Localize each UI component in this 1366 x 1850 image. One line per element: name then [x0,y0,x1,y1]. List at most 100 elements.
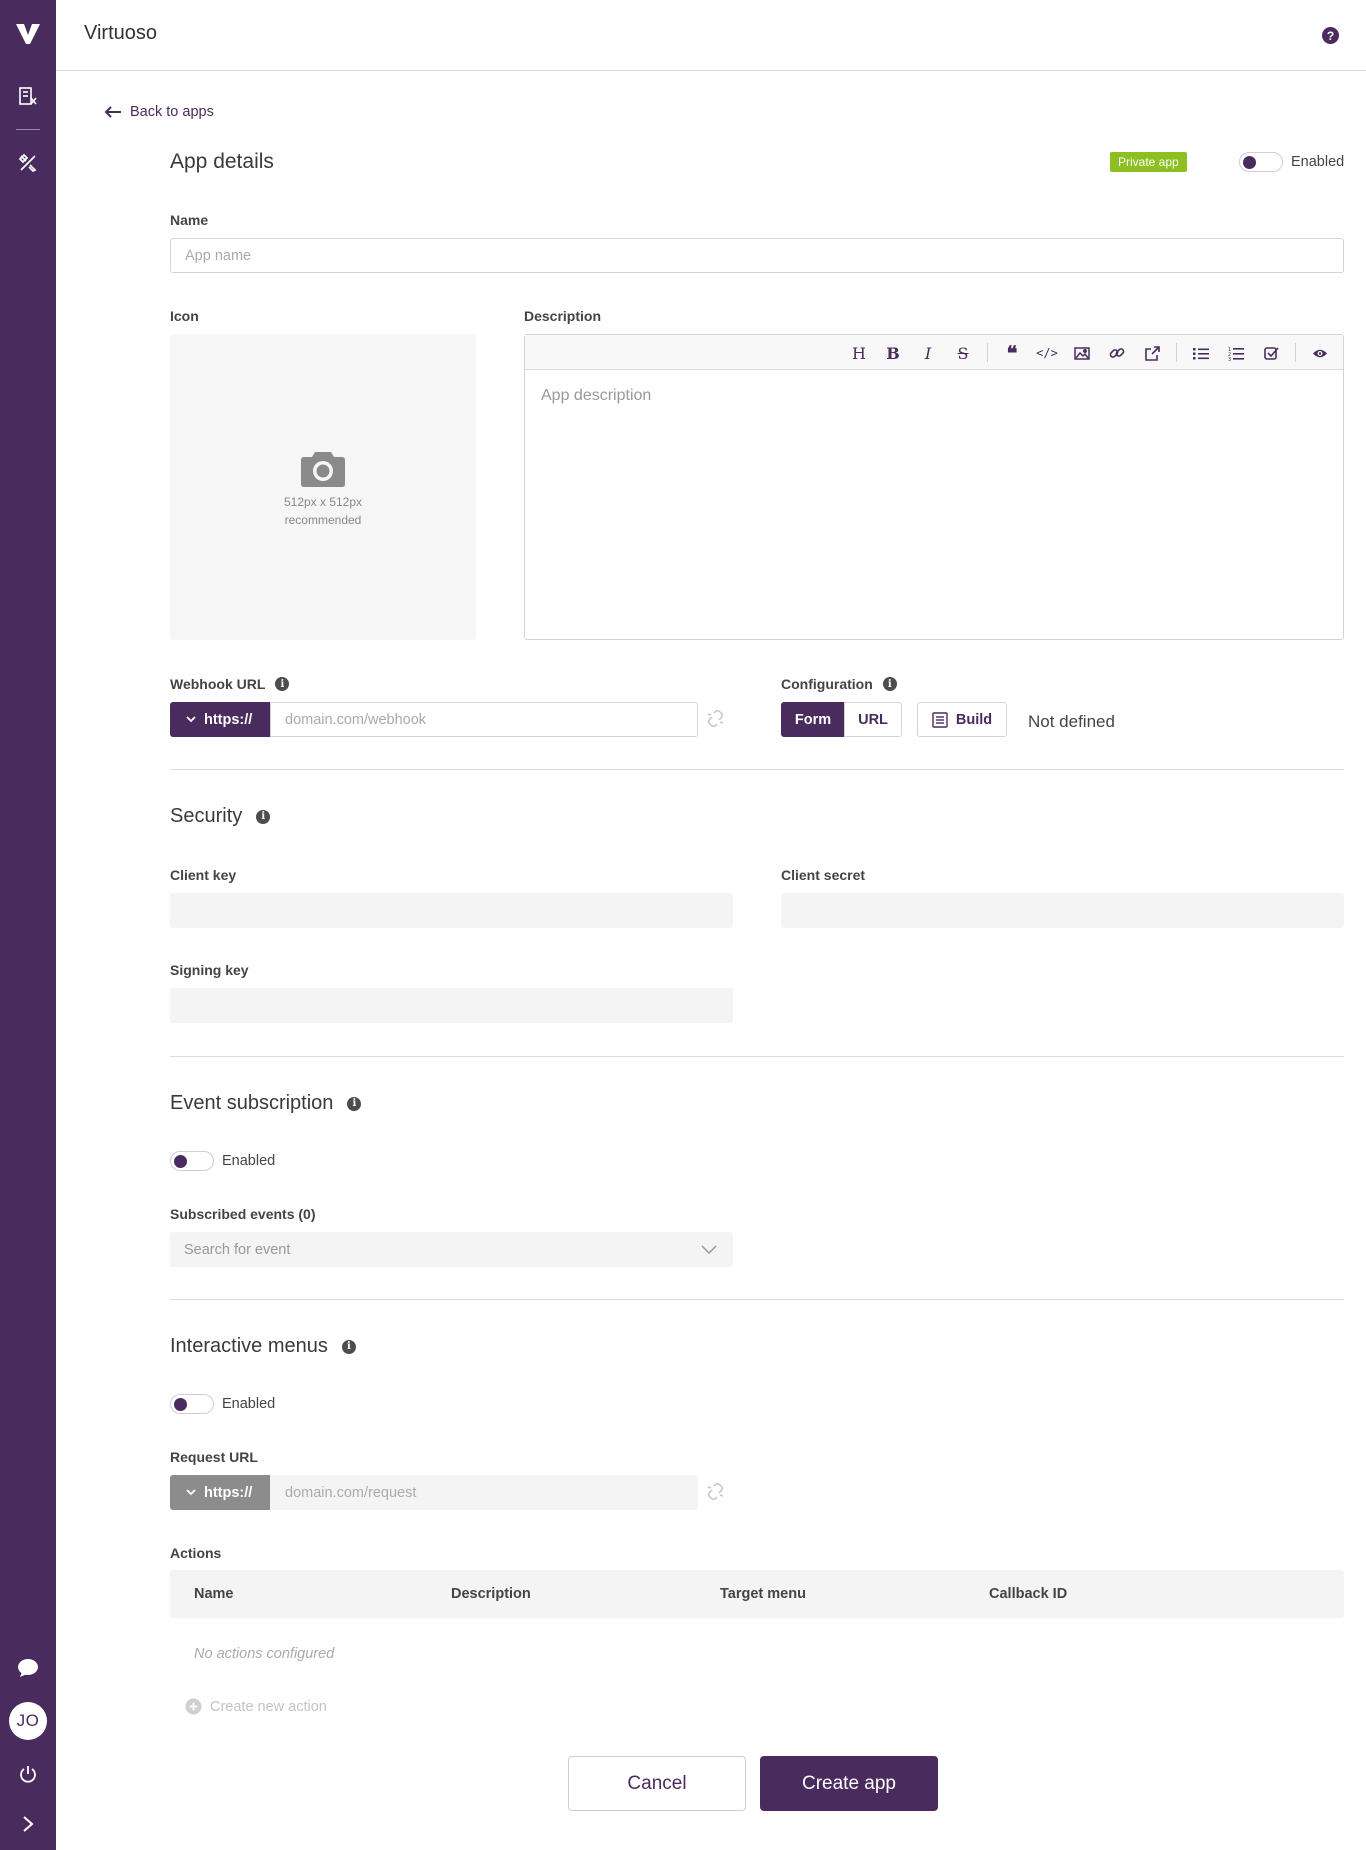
request-protocol-select[interactable]: https:// [170,1475,270,1510]
request-url-input[interactable]: domain.com/request [270,1475,698,1510]
heading-icon[interactable]: H [849,343,869,363]
description-placeholder: App description [541,387,652,404]
create-action-label: Create new action [210,1698,327,1715]
icon-upload-area[interactable]: 512px x 512px recommended [170,334,476,640]
column-header-target-menu: Target menu [720,1586,806,1602]
client-secret-label: Client secret [781,867,866,883]
column-header-name: Name [194,1586,234,1602]
client-key-label: Client key [170,867,237,883]
event-subscription-text: Event subscription [170,1092,334,1114]
toggle-knob [174,1155,187,1168]
cancel-button[interactable]: Cancel [568,1756,746,1811]
document-icon [932,711,948,728]
event-search-placeholder: Search for event [184,1241,291,1258]
private-app-badge: Private app [1110,152,1187,172]
menus-enabled-label: Enabled [222,1396,276,1412]
webhook-url-label: Webhook URL i [170,676,290,692]
menus-enabled-toggle[interactable] [170,1394,214,1414]
info-icon[interactable]: i [256,809,271,824]
chevron-down-icon [186,1489,196,1496]
code-icon[interactable]: </> [1036,343,1058,363]
security-heading-text: Security [170,805,243,827]
arrow-left-icon [104,106,121,118]
back-to-apps-link[interactable]: Back to apps [104,104,214,120]
config-build-button[interactable]: Build [917,702,1007,737]
bold-icon[interactable]: B [883,343,903,363]
config-url-button[interactable]: URL [844,702,902,737]
editor-toolbar: H B I S ❝ </> 123 [525,335,1343,370]
info-icon[interactable]: i [275,677,290,691]
subscribed-events-label: Subscribed events (0) [170,1206,316,1222]
webhook-url-input[interactable]: domain.com/webhook [270,702,698,737]
avatar[interactable]: JO [9,1702,47,1740]
configuration-label: Configuration i [781,676,897,692]
client-secret-field[interactable] [781,893,1344,928]
column-header-callback-id: Callback ID [989,1586,1068,1602]
actions-empty-text: No actions configured [194,1646,335,1662]
column-header-description: Description [451,1586,531,1602]
name-label: Name [170,212,209,228]
configuration-text: Configuration [781,676,873,692]
svg-text:3: 3 [1228,357,1231,361]
toolbar-separator [1295,343,1296,362]
quote-icon[interactable]: ❝ [1002,343,1022,365]
checklist-icon[interactable] [1261,343,1281,363]
app-name-input[interactable]: App name [170,238,1344,273]
webhook-protocol-label: https:// [204,711,253,728]
back-label: Back to apps [130,104,214,120]
strikethrough-icon[interactable]: S [953,343,973,363]
event-subscription-heading: Event subscription i [170,1092,362,1115]
webhook-url-text: Webhook URL [170,676,266,692]
external-link-icon[interactable] [1142,343,1162,363]
app-enabled-toggle[interactable] [1239,152,1283,172]
security-heading: Security i [170,805,271,828]
app-title: Virtuoso [84,22,158,44]
sidebar-divider [16,129,40,130]
events-enabled-toggle[interactable] [170,1151,214,1171]
app-details-heading: App details [170,150,274,173]
building-icon[interactable] [0,74,56,118]
interactive-menus-text: Interactive menus [170,1335,328,1357]
build-label: Build [955,711,993,728]
name-placeholder: App name [185,247,252,264]
webhook-placeholder: domain.com/webhook [285,711,427,728]
create-new-action-link[interactable]: Create new action [185,1698,327,1715]
toolbar-separator [1176,343,1177,362]
sidebar: JO [0,0,56,1850]
link-broken-icon[interactable] [707,1483,724,1500]
client-key-field[interactable] [170,893,733,928]
help-icon[interactable]: ? [1322,27,1339,44]
numbered-list-icon[interactable]: 123 [1226,343,1246,363]
webhook-protocol-select[interactable]: https:// [170,702,270,737]
section-divider [170,1299,1344,1300]
actions-table-header: Name Description Target menu Callback ID [170,1570,1344,1618]
chat-icon[interactable] [0,1646,56,1690]
preview-eye-icon[interactable] [1310,343,1330,363]
image-icon[interactable] [1072,343,1092,363]
event-search-select[interactable]: Search for event [170,1232,733,1267]
events-enabled-label: Enabled [222,1153,276,1169]
request-placeholder: domain.com/request [285,1484,417,1501]
signing-key-label: Signing key [170,962,249,978]
signing-key-field[interactable] [170,988,733,1023]
config-form-button[interactable]: Form [781,702,845,737]
link-icon[interactable] [1107,343,1127,363]
info-icon[interactable]: i [341,1339,356,1354]
description-editor[interactable]: H B I S ❝ </> 123 App description [524,334,1344,640]
camera-icon [301,452,345,487]
bullet-list-icon[interactable] [1191,343,1211,363]
power-icon[interactable] [0,1752,56,1796]
info-icon[interactable]: i [347,1096,362,1111]
italic-icon[interactable]: I [918,343,938,363]
link-broken-icon[interactable] [707,710,724,727]
section-divider [170,769,1344,770]
icon-size-hint: 512px x 512px [283,495,363,509]
config-status-text: Not defined [1028,712,1115,731]
create-app-button[interactable]: Create app [760,1756,938,1811]
logo-icon[interactable] [0,12,56,56]
expand-icon[interactable] [0,1802,56,1846]
info-icon[interactable]: i [882,677,897,691]
top-bar: Virtuoso ? [56,0,1366,71]
tools-icon[interactable] [0,141,56,185]
toggle-knob [174,1398,187,1411]
